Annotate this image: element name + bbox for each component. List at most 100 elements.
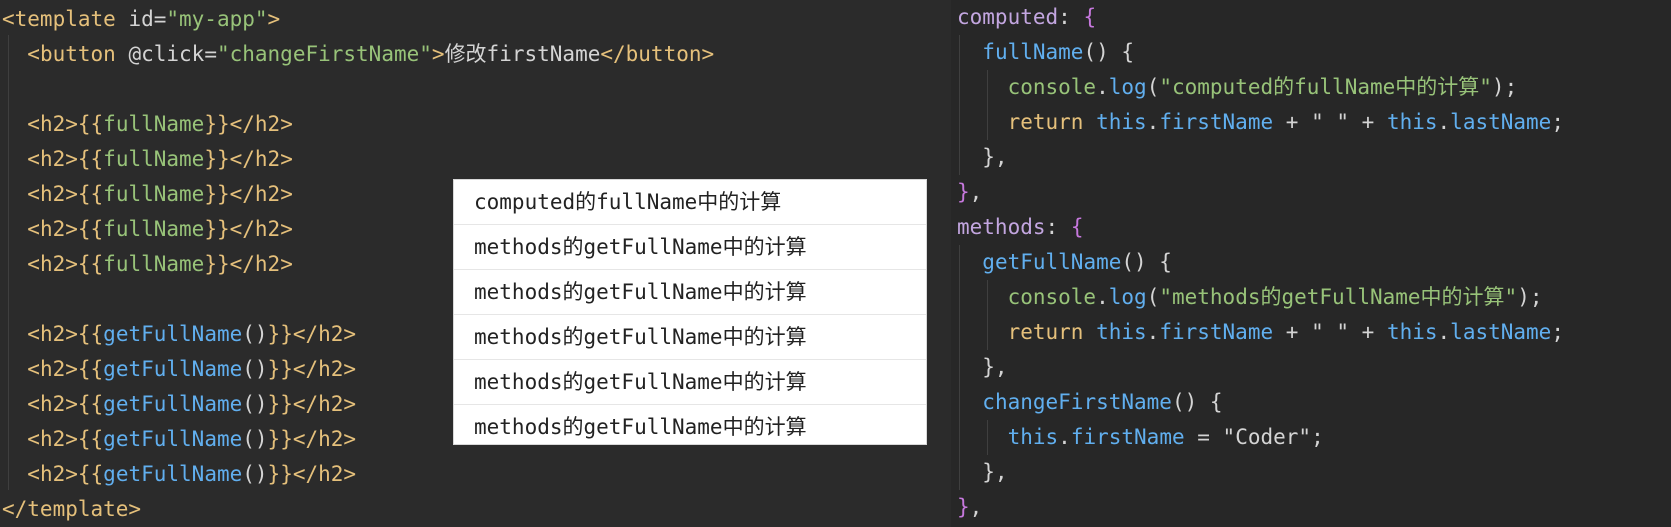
console-row: computed的fullName中的计算 bbox=[454, 180, 926, 225]
code-token: 修改firstName bbox=[444, 42, 601, 66]
code-token: "changeFirstName" bbox=[216, 42, 432, 66]
code-line: <template id="my-app"> bbox=[2, 2, 280, 37]
script-editor-pane[interactable]: computed: { fullName() { console.log("co… bbox=[951, 0, 1671, 527]
code-token: }, bbox=[957, 460, 1008, 484]
code-token: this bbox=[1386, 110, 1438, 134]
code-token: , bbox=[969, 180, 983, 204]
code-line: <h2>{{getFullName()}}</h2> bbox=[2, 422, 356, 457]
code-token: methods bbox=[957, 215, 1046, 239]
code-token: </h2> bbox=[292, 392, 357, 416]
code-token: ); bbox=[1491, 75, 1518, 99]
code-token: . bbox=[1437, 110, 1451, 134]
code-token: getFullName bbox=[103, 462, 243, 486]
code-token: {{ bbox=[77, 427, 104, 451]
code-token: . bbox=[1437, 320, 1451, 344]
code-token: }} bbox=[267, 427, 293, 451]
code-line: fullName() { bbox=[957, 35, 1134, 70]
code-line: computed: { bbox=[957, 0, 1096, 35]
code-token: </h2> bbox=[229, 182, 293, 206]
code-token: }} bbox=[204, 182, 230, 206]
console-row: methods的getFullName中的计算 bbox=[454, 315, 926, 360]
code-token: "Coder" bbox=[1222, 425, 1312, 449]
code-token: firstName bbox=[1159, 110, 1274, 134]
code-token: }, bbox=[957, 355, 1008, 379]
code-token: : bbox=[1045, 215, 1071, 239]
console-row: methods的getFullName中的计算 bbox=[454, 405, 926, 444]
code-token: }} bbox=[267, 392, 293, 416]
code-token: + bbox=[1349, 320, 1387, 344]
code-token: this bbox=[1386, 320, 1438, 344]
code-token: {{ bbox=[77, 462, 104, 486]
code-token: fullName bbox=[103, 182, 205, 206]
code-line: }, bbox=[957, 140, 1007, 175]
code-token: </h2> bbox=[229, 217, 293, 241]
console-row: methods的getFullName中的计算 bbox=[454, 270, 926, 315]
code-line: </template> bbox=[2, 492, 141, 527]
code-token: </h2> bbox=[229, 112, 293, 136]
code-token: > bbox=[267, 7, 281, 31]
code-token: "my-app" bbox=[166, 7, 268, 31]
code-token: . bbox=[1146, 320, 1160, 344]
code-token: () { bbox=[1171, 390, 1223, 414]
code-token: id= bbox=[115, 7, 167, 31]
code-token: {{ bbox=[77, 357, 104, 381]
code-token: return bbox=[1007, 110, 1084, 134]
code-token: : bbox=[1058, 5, 1084, 29]
code-token: @click= bbox=[115, 42, 217, 66]
code-token: <h2> bbox=[27, 217, 78, 241]
code-token: this bbox=[1096, 110, 1147, 134]
code-token: { bbox=[1070, 215, 1084, 239]
code-token: <h2> bbox=[27, 252, 78, 276]
code-token: }} bbox=[204, 147, 230, 171]
code-token: }} bbox=[204, 252, 230, 276]
code-token: {{ bbox=[77, 322, 104, 346]
code-token: fullName bbox=[103, 112, 205, 136]
code-token: <h2> bbox=[27, 462, 78, 486]
code-token: () bbox=[242, 392, 268, 416]
code-token: <h2> bbox=[27, 392, 78, 416]
code-line: changeFirstName() { bbox=[957, 385, 1223, 420]
code-token: , bbox=[969, 495, 983, 519]
code-token: </h2> bbox=[229, 252, 293, 276]
code-token: getFullName bbox=[103, 357, 243, 381]
code-token: ( bbox=[1146, 75, 1160, 99]
code-token: } bbox=[957, 495, 970, 519]
code-token: <h2> bbox=[27, 147, 78, 171]
code-token: () bbox=[242, 357, 268, 381]
code-token: }} bbox=[267, 462, 293, 486]
code-token: </h2> bbox=[229, 147, 293, 171]
code-token: firstName bbox=[1070, 425, 1185, 449]
code-token: <h2> bbox=[27, 427, 78, 451]
code-line: <button @click="changeFirstName">修改first… bbox=[2, 37, 714, 72]
code-line: return this.firstName + " " + this.lastN… bbox=[957, 105, 1564, 140]
code-line: <h2>{{fullName}}</h2> bbox=[2, 177, 293, 212]
code-token: ( bbox=[1146, 285, 1160, 309]
code-token: }} bbox=[267, 322, 293, 346]
code-token: {{ bbox=[77, 147, 104, 171]
code-token: () bbox=[242, 462, 268, 486]
code-token: ; bbox=[1551, 110, 1564, 134]
code-token: () bbox=[242, 322, 268, 346]
code-token: </button> bbox=[600, 42, 715, 66]
code-token: log bbox=[1108, 75, 1147, 99]
code-token: <h2> bbox=[27, 112, 78, 136]
code-token: </template> bbox=[2, 497, 142, 521]
code-token: getFullName bbox=[103, 427, 243, 451]
code-line: <h2>{{getFullName()}}</h2> bbox=[2, 457, 356, 492]
code-token: fullName bbox=[103, 217, 205, 241]
